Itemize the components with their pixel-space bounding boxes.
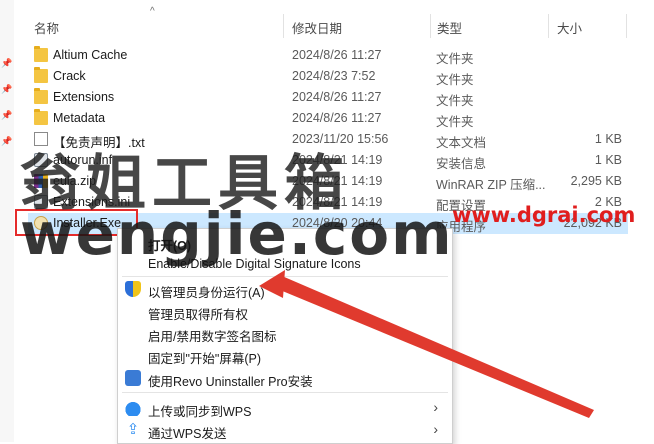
file-date: 2024/8/23 7:52 bbox=[292, 69, 376, 83]
uac-shield-icon bbox=[125, 281, 141, 297]
file-name: Extensions bbox=[53, 90, 115, 104]
folder-icon bbox=[34, 88, 48, 104]
column-date[interactable]: 修改日期 bbox=[292, 18, 342, 37]
pin-icon[interactable]: 📌 bbox=[1, 84, 12, 95]
file-date: 2024/8/21 14:19 bbox=[292, 153, 383, 167]
file-date: 2024/8/26 11:27 bbox=[292, 90, 382, 104]
file-name: Crack bbox=[53, 69, 86, 83]
menu-item-label: 上传或同步到WPS bbox=[148, 405, 252, 419]
column-divider[interactable] bbox=[283, 14, 284, 38]
file-date: 2024/8/26 11:27 bbox=[292, 111, 382, 125]
file-date: 2024/8/21 14:19 bbox=[292, 174, 383, 188]
config-icon bbox=[34, 195, 48, 209]
file-row[interactable]: Metadata 2024/8/26 11:27 文件夹 bbox=[28, 108, 628, 129]
column-name[interactable]: 名称 bbox=[34, 18, 59, 37]
file-size: 1 KB bbox=[594, 153, 622, 167]
menu-item-label: 启用/禁用数字签名图标 bbox=[148, 330, 277, 344]
file-name: Extensions.ini bbox=[53, 195, 131, 209]
pin-icon[interactable]: 📌 bbox=[1, 110, 12, 121]
file-row[interactable]: Crack 2024/8/23 7:52 文件夹 bbox=[28, 66, 628, 87]
file-date: 2023/11/20 15:56 bbox=[292, 132, 389, 146]
menu-separator bbox=[122, 392, 448, 393]
menu-item-label: 打开(O) bbox=[148, 239, 192, 253]
file-size: 1 KB bbox=[594, 132, 622, 146]
file-type: 安装信息 bbox=[436, 157, 487, 171]
revo-uninstaller-icon bbox=[125, 370, 141, 386]
file-name: autorun.inf bbox=[53, 153, 113, 167]
file-row[interactable]: Extensions 2024/8/26 11:27 文件夹 bbox=[28, 87, 628, 108]
column-divider[interactable] bbox=[548, 14, 549, 38]
context-menu: 打开(O) Enable/Disable Digital Signature I… bbox=[117, 228, 453, 444]
chevron-right-icon: › bbox=[433, 399, 438, 415]
folder-icon bbox=[34, 109, 48, 125]
file-date: 2024/8/26 11:27 bbox=[292, 48, 382, 62]
column-header: ^ 名称 修改日期 类型 大小 bbox=[0, 6, 654, 38]
text-file-icon bbox=[34, 132, 48, 146]
file-type: 文件夹 bbox=[436, 94, 474, 108]
file-name: eula.zip bbox=[53, 174, 97, 188]
menu-item-take-ownership[interactable]: 管理员取得所有权 bbox=[118, 300, 452, 322]
menu-separator bbox=[122, 276, 448, 277]
file-row[interactable]: eula.zip 2024/8/21 14:19 WinRAR ZIP 压缩..… bbox=[28, 171, 628, 192]
menu-item-wps-send[interactable]: ⇪ 通过WPS发送 › bbox=[118, 419, 452, 441]
winrar-icon bbox=[34, 174, 48, 188]
menu-item-signature-icons[interactable]: Enable/Disable Digital Signature Icons bbox=[118, 253, 452, 275]
menu-item-label: 使用Revo Uninstaller Pro安装 bbox=[148, 375, 313, 389]
share-icon: ⇪ bbox=[126, 421, 140, 438]
file-name: 【免责声明】.txt bbox=[53, 136, 145, 150]
menu-item-run-as-admin[interactable]: 以管理员身份运行(A) bbox=[118, 278, 452, 300]
file-size: 22,092 KB bbox=[563, 216, 622, 230]
file-row[interactable]: 【免责声明】.txt 2023/11/20 15:56 文本文档 1 KB bbox=[28, 129, 628, 150]
folder-icon bbox=[34, 46, 48, 62]
file-type: 文本文档 bbox=[436, 136, 487, 150]
column-size[interactable]: 大小 bbox=[557, 18, 582, 37]
nav-pane-edge: 📌 📌 📌 📌 bbox=[0, 0, 14, 442]
folder-icon bbox=[34, 67, 48, 83]
file-size: 2,295 KB bbox=[570, 174, 622, 188]
column-type[interactable]: 类型 bbox=[437, 18, 462, 37]
pin-icon[interactable]: 📌 bbox=[1, 136, 12, 147]
file-date: 2024/8/21 14:19 bbox=[292, 195, 383, 209]
cloud-icon bbox=[125, 400, 141, 416]
menu-item-revo-install[interactable]: 使用Revo Uninstaller Pro安装 bbox=[118, 367, 452, 389]
file-type: 配置设置 bbox=[436, 199, 487, 213]
menu-item-toggle-signature-icons[interactable]: 启用/禁用数字签名图标 bbox=[118, 322, 452, 344]
file-type: WinRAR ZIP 压缩... bbox=[436, 178, 546, 192]
file-type: 文件夹 bbox=[436, 73, 474, 87]
menu-item-label: 通过WPS发送 bbox=[148, 427, 227, 441]
file-name: Altium Cache bbox=[53, 48, 128, 62]
sort-ascending-icon: ^ bbox=[150, 6, 155, 17]
menu-item-label: 管理员取得所有权 bbox=[148, 308, 249, 322]
file-size: 2 KB bbox=[594, 195, 622, 209]
menu-item-wps-sync[interactable]: 上传或同步到WPS › bbox=[118, 397, 452, 419]
file-row[interactable]: Altium Cache 2024/8/26 11:27 文件夹 bbox=[28, 45, 628, 66]
pin-icon[interactable]: 📌 bbox=[1, 58, 12, 69]
chevron-right-icon: › bbox=[433, 421, 438, 437]
file-type: 文件夹 bbox=[436, 115, 474, 129]
menu-item-label: 以管理员身份运行(A) bbox=[148, 286, 265, 300]
menu-item-label: Enable/Disable Digital Signature Icons bbox=[148, 257, 361, 271]
menu-item-open[interactable]: 打开(O) bbox=[118, 231, 452, 253]
menu-item-label: 固定到"开始"屏幕(P) bbox=[148, 352, 262, 366]
file-row[interactable]: autorun.inf 2024/8/21 14:19 安装信息 1 KB bbox=[28, 150, 628, 171]
file-name: Metadata bbox=[53, 111, 106, 125]
file-type: 文件夹 bbox=[436, 52, 474, 66]
column-divider[interactable] bbox=[430, 14, 431, 38]
setup-info-icon bbox=[34, 153, 48, 167]
column-divider[interactable] bbox=[626, 14, 627, 38]
menu-item-pin-start[interactable]: 固定到"开始"屏幕(P) bbox=[118, 344, 452, 366]
